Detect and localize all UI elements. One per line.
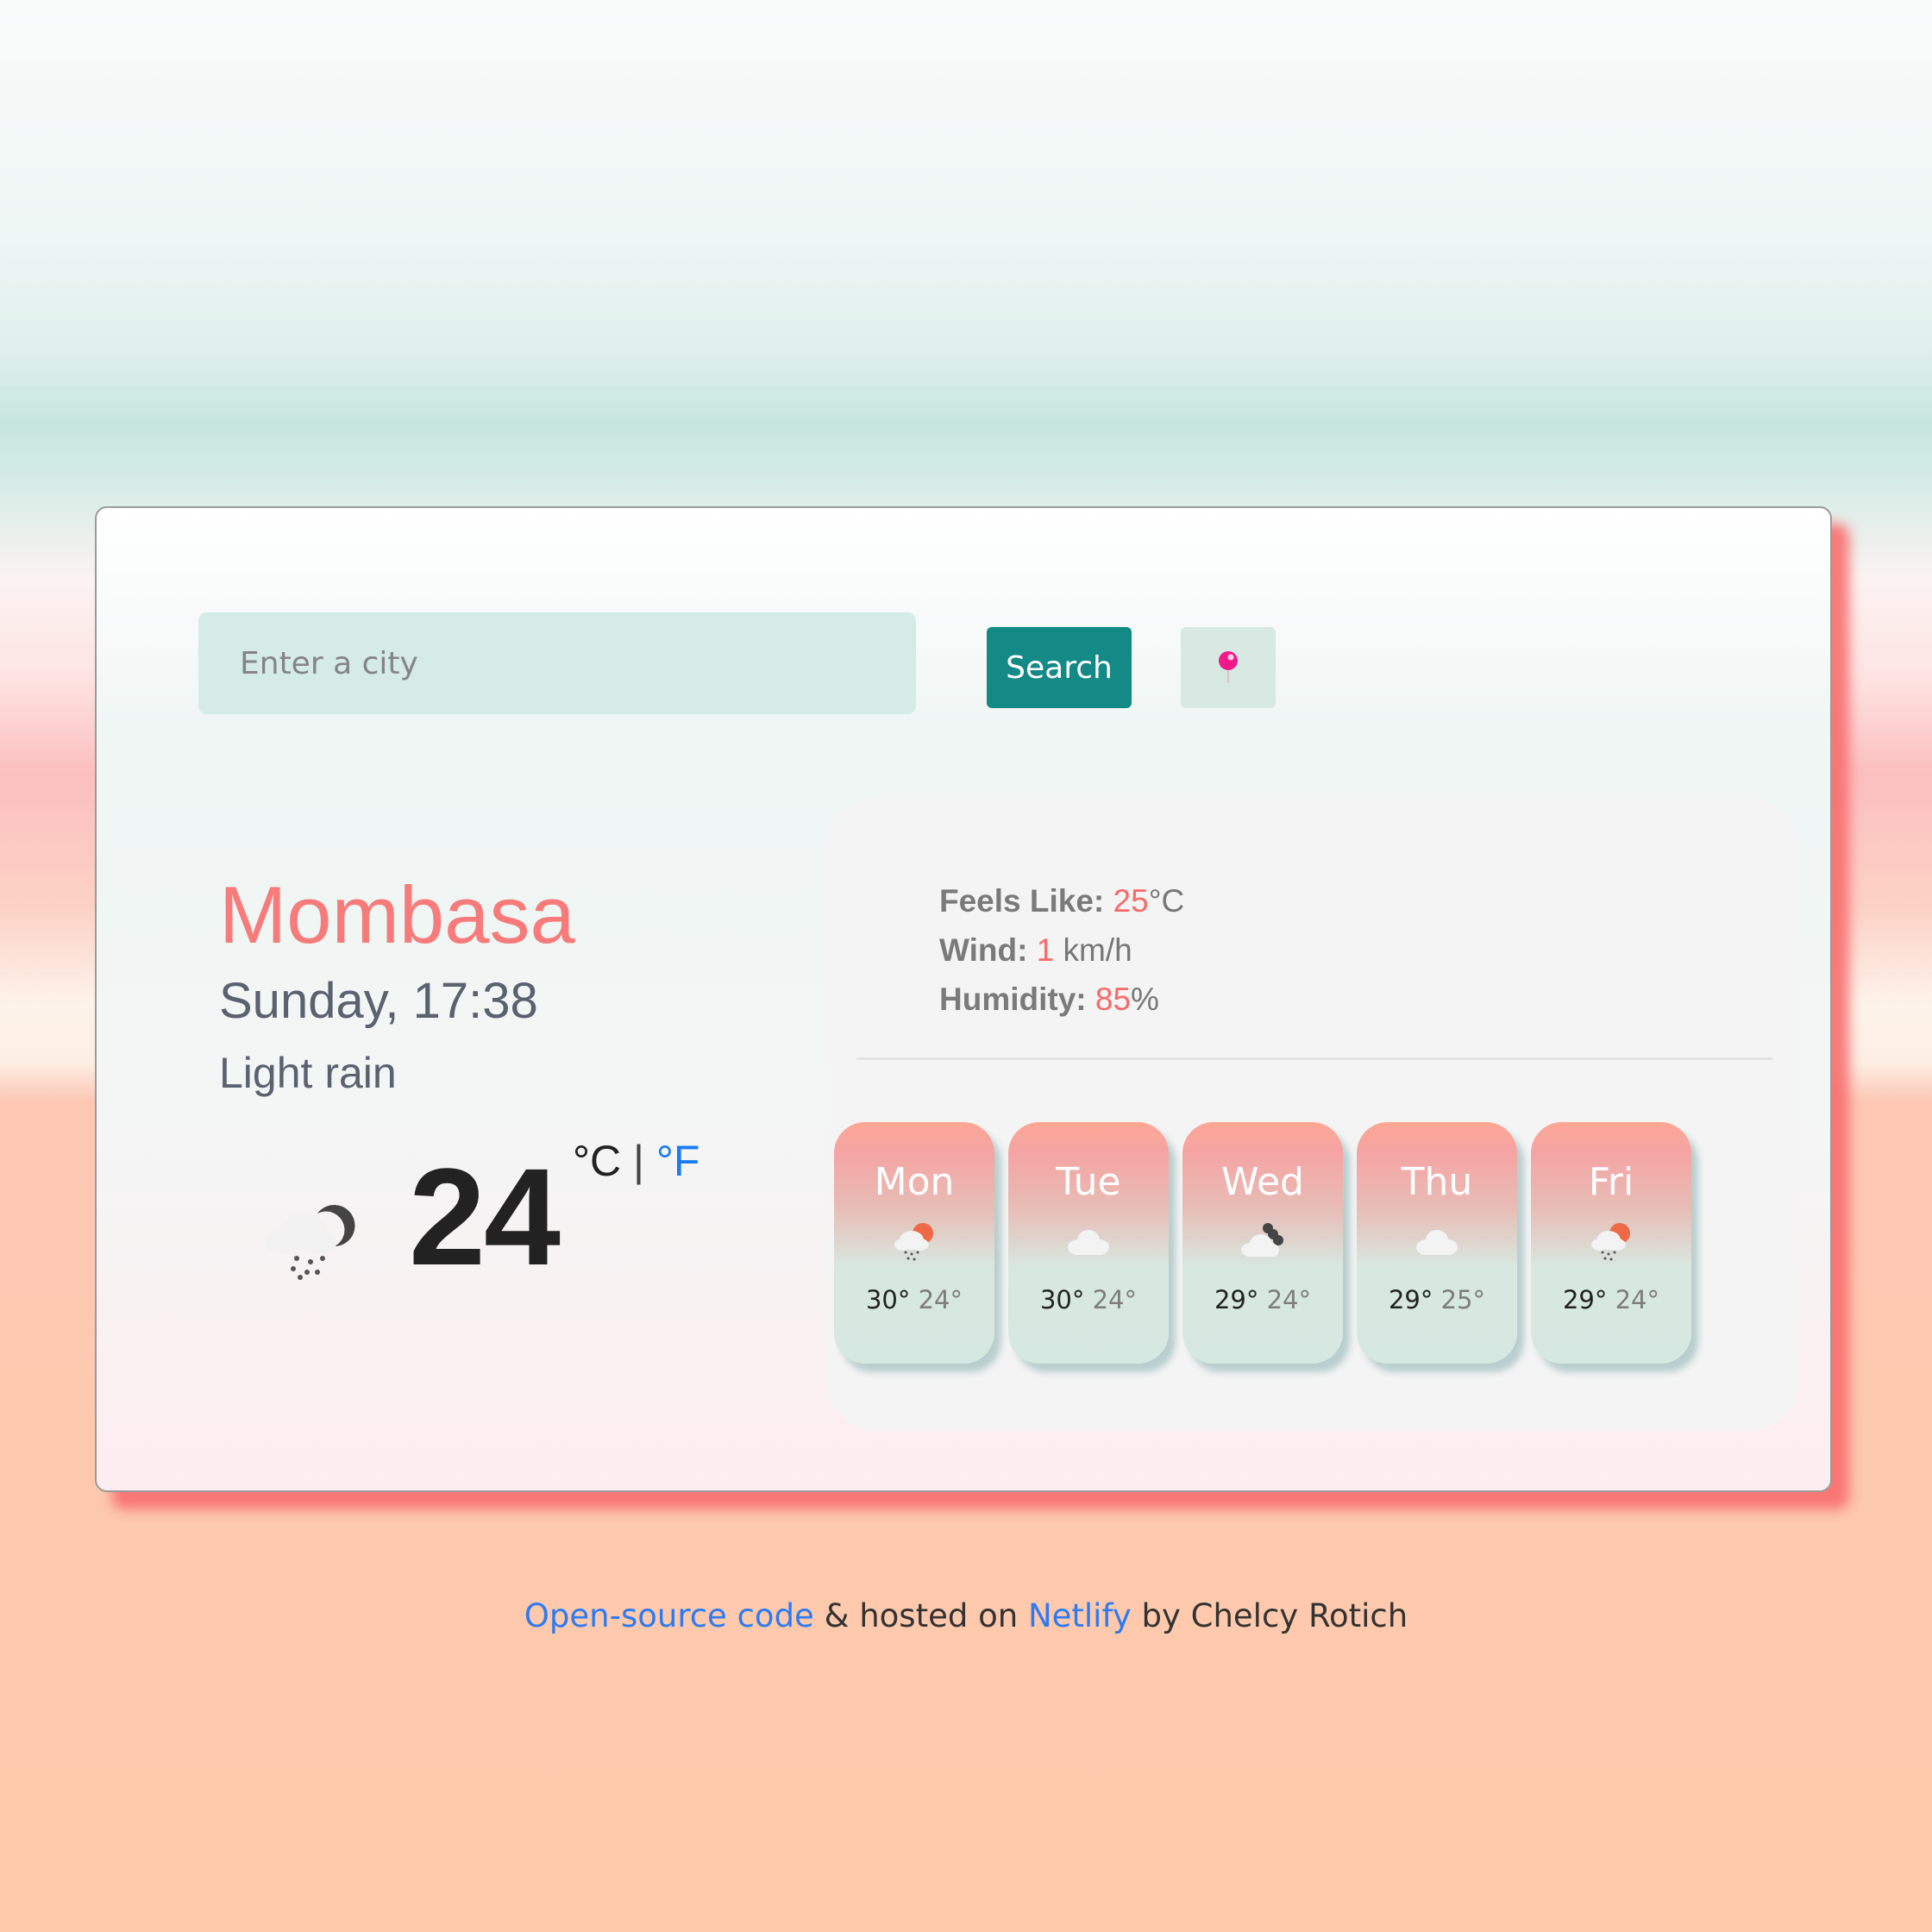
forecast-max: 29° <box>1562 1285 1608 1314</box>
feels-like-value: 25 <box>1113 883 1149 919</box>
sun-rain-icon <box>894 1223 933 1261</box>
humidity-value: 85 <box>1095 982 1132 1017</box>
weather-card: Search Mombasa Sunday, 17:38 Light rain … <box>95 506 1832 1492</box>
forecast-temps: 30° 24° <box>866 1285 963 1314</box>
footer-text: & hosted on <box>813 1597 1028 1634</box>
forecast-day[interactable]: Mon 30° 24° <box>834 1122 994 1364</box>
wind-unit: km/h <box>1054 932 1132 968</box>
forecast-day[interactable]: Tue 30° 24° <box>1008 1122 1169 1364</box>
forecast-day-name: Thu <box>1401 1160 1473 1204</box>
sun-rain-icon <box>1591 1223 1630 1261</box>
forecast-temps: 29° 25° <box>1389 1285 1485 1314</box>
forecast-min: 24° <box>1092 1285 1138 1314</box>
forecast-day-name: Fri <box>1588 1160 1634 1204</box>
forecast-day[interactable]: Thu 29° 25° <box>1357 1122 1517 1364</box>
feels-like-label: Feels Like: <box>939 883 1105 919</box>
current-datetime: Sunday, 17:38 <box>219 973 538 1029</box>
forecast-min: 24° <box>1615 1285 1660 1314</box>
divider <box>856 1057 1772 1060</box>
humidity-label: Humidity: <box>939 982 1087 1017</box>
weather-details: Feels Like: 25°C Wind: 1 km/h Humidity: … <box>939 876 1184 1024</box>
forecast-max: 29° <box>1214 1285 1259 1314</box>
city-name: Mombasa <box>219 869 575 960</box>
forecast-day-name: Wed <box>1221 1160 1304 1204</box>
forecast-day-name: Tue <box>1056 1160 1121 1204</box>
forecast-temps: 29° 24° <box>1563 1285 1659 1314</box>
forecast-day[interactable]: Wed 29° 24° <box>1182 1122 1343 1364</box>
unit-toggle: °C | °F <box>573 1136 699 1186</box>
fahrenheit-link[interactable]: °F <box>656 1137 700 1185</box>
search-button[interactable]: Search <box>987 627 1132 708</box>
feels-like-unit: °C <box>1148 883 1185 919</box>
footer-author: by Chelcy Rotich <box>1131 1597 1408 1634</box>
forecast-max: 30° <box>865 1285 911 1314</box>
current-temperature: 24 <box>409 1139 561 1294</box>
forecast-min: 25° <box>1440 1285 1486 1314</box>
forecast-min: 24° <box>1266 1285 1312 1314</box>
cloud-icon <box>1416 1230 1458 1255</box>
forecast-day[interactable]: Fri 29° 24° <box>1531 1122 1691 1364</box>
details-panel: Feels Like: 25°C Wind: 1 km/h Humidity: … <box>825 797 1800 1431</box>
forecast-min: 24° <box>918 1285 963 1314</box>
forecast-list: Mon 30° 24° Tue 30° 24° Wed 29° 24° Thu … <box>834 1122 1691 1364</box>
wind-label: Wind: <box>939 932 1028 968</box>
weather-description: Light rain <box>219 1049 397 1097</box>
unit-separator: | <box>633 1137 645 1185</box>
city-search-input[interactable] <box>198 612 916 714</box>
wind-row: Wind: 1 km/h <box>939 925 1184 975</box>
wind-value: 1 <box>1036 932 1055 968</box>
forecast-temps: 29° 24° <box>1214 1285 1311 1314</box>
forecast-max: 30° <box>1039 1285 1085 1314</box>
current-location-button[interactable] <box>1181 627 1276 708</box>
night-cloud-icon <box>1241 1223 1283 1257</box>
cloud-icon <box>1068 1230 1109 1255</box>
footer: Open-source code & hosted on Netlify by … <box>0 1597 1932 1634</box>
forecast-day-name: Mon <box>874 1160 955 1204</box>
night-rain-icon <box>266 1205 355 1280</box>
pushpin-icon <box>1219 651 1238 683</box>
celsius-unit[interactable]: °C <box>573 1137 621 1185</box>
humidity-row: Humidity: 85% <box>939 975 1184 1024</box>
open-source-code-link[interactable]: Open-source code <box>524 1597 814 1634</box>
feels-like-row: Feels Like: 25°C <box>939 876 1184 925</box>
forecast-max: 29° <box>1388 1285 1433 1314</box>
netlify-link[interactable]: Netlify <box>1028 1597 1132 1634</box>
forecast-temps: 30° 24° <box>1040 1285 1137 1314</box>
humidity-unit: % <box>1131 982 1159 1017</box>
